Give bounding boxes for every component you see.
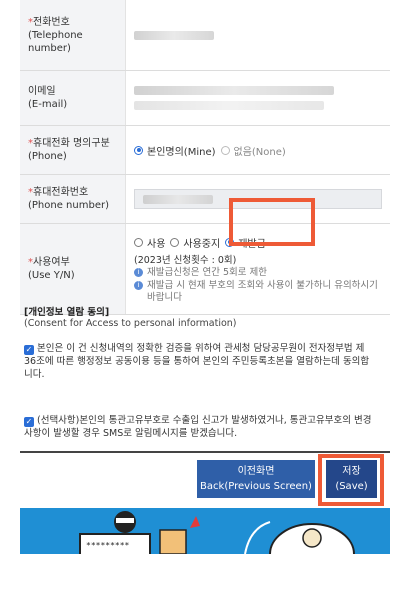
- divider: [20, 451, 390, 453]
- redacted-text: [143, 194, 213, 204]
- redacted-text: [134, 101, 324, 110]
- phone-number-value: [126, 175, 390, 223]
- use-yn-label: *사용여부 (Use Y/N): [20, 224, 126, 314]
- sms-checkbox[interactable]: ✓: [24, 417, 34, 427]
- info-icon: i: [134, 280, 143, 290]
- agree-paragraph: ✓ 본인은 이 건 신청내역의 정확한 검증을 위하여 관세청 담당공무원이 전자…: [24, 343, 370, 380]
- radio-reissue[interactable]: [225, 237, 235, 247]
- telephone-label: *전화번호 (Telephone number): [20, 0, 126, 70]
- sms-paragraph: ✓ (선택사항)본인의 통관고유부호로 수출입 신고가 발생하였거나, 통관고유부…: [24, 415, 372, 439]
- email-value[interactable]: [126, 71, 390, 125]
- info-icon: i: [134, 267, 143, 277]
- banner-illustration: *********: [20, 508, 390, 554]
- telephone-row: *전화번호 (Telephone number): [20, 0, 390, 71]
- redacted-text: [134, 30, 214, 40]
- note-warning: i 재발급 시 현재 부호의 조회와 사용이 불가하니 유의하시기 바랍니다: [134, 280, 382, 304]
- email-row: 이메일 (E-mail): [20, 71, 390, 126]
- telephone-label-en: (Telephone number): [28, 29, 83, 54]
- note-limit: i 재발급신청은 연간 5회로 제한: [134, 267, 382, 279]
- radio-suspend[interactable]: [170, 237, 180, 247]
- use-yn-row: *사용여부 (Use Y/N) 사용 사용중지 재발급 (2023년 신청횟수 …: [20, 224, 390, 315]
- phone-owner-value: 본인명의(Mine) 없음(None): [126, 126, 390, 174]
- radio-use[interactable]: [134, 237, 143, 247]
- page: *전화번호 (Telephone number) 이메일 (E-mail) *휴…: [0, 0, 410, 596]
- promo-banner: *********: [20, 508, 390, 554]
- radio-none[interactable]: [220, 145, 230, 155]
- use-yn-value: 사용 사용중지 재발급 (2023년 신청횟수 : 0회) i 재발급신청은 연…: [126, 224, 390, 314]
- phone-owner-row: *휴대전화 명의구분 (Phone) 본인명의(Mine) 없음(None): [20, 126, 390, 175]
- svg-text:*********: *********: [86, 541, 130, 550]
- consent-title: [개인정보 열람 동의]: [24, 307, 110, 318]
- phone-owner-label: *휴대전화 명의구분 (Phone): [20, 126, 126, 174]
- reissue-count-note: (2023년 신청횟수 : 0회): [134, 254, 237, 266]
- save-button[interactable]: 저장 (Save): [326, 460, 377, 498]
- telephone-value[interactable]: [126, 0, 390, 70]
- phone-number-label: *휴대전화번호 (Phone number): [20, 175, 126, 223]
- form-table: *전화번호 (Telephone number) 이메일 (E-mail) *휴…: [20, 0, 390, 315]
- phone-number-row: *휴대전화번호 (Phone number): [20, 175, 390, 224]
- redacted-text: [134, 86, 334, 95]
- consent-subtitle: (Consent for Access to personal informat…: [24, 318, 237, 329]
- agree-checkbox[interactable]: ✓: [24, 345, 34, 355]
- back-button[interactable]: 이전화면 Back(Previous Screen): [197, 460, 315, 498]
- phone-number-input[interactable]: [134, 189, 382, 209]
- radio-mine[interactable]: [134, 145, 143, 155]
- email-label: 이메일 (E-mail): [20, 71, 126, 125]
